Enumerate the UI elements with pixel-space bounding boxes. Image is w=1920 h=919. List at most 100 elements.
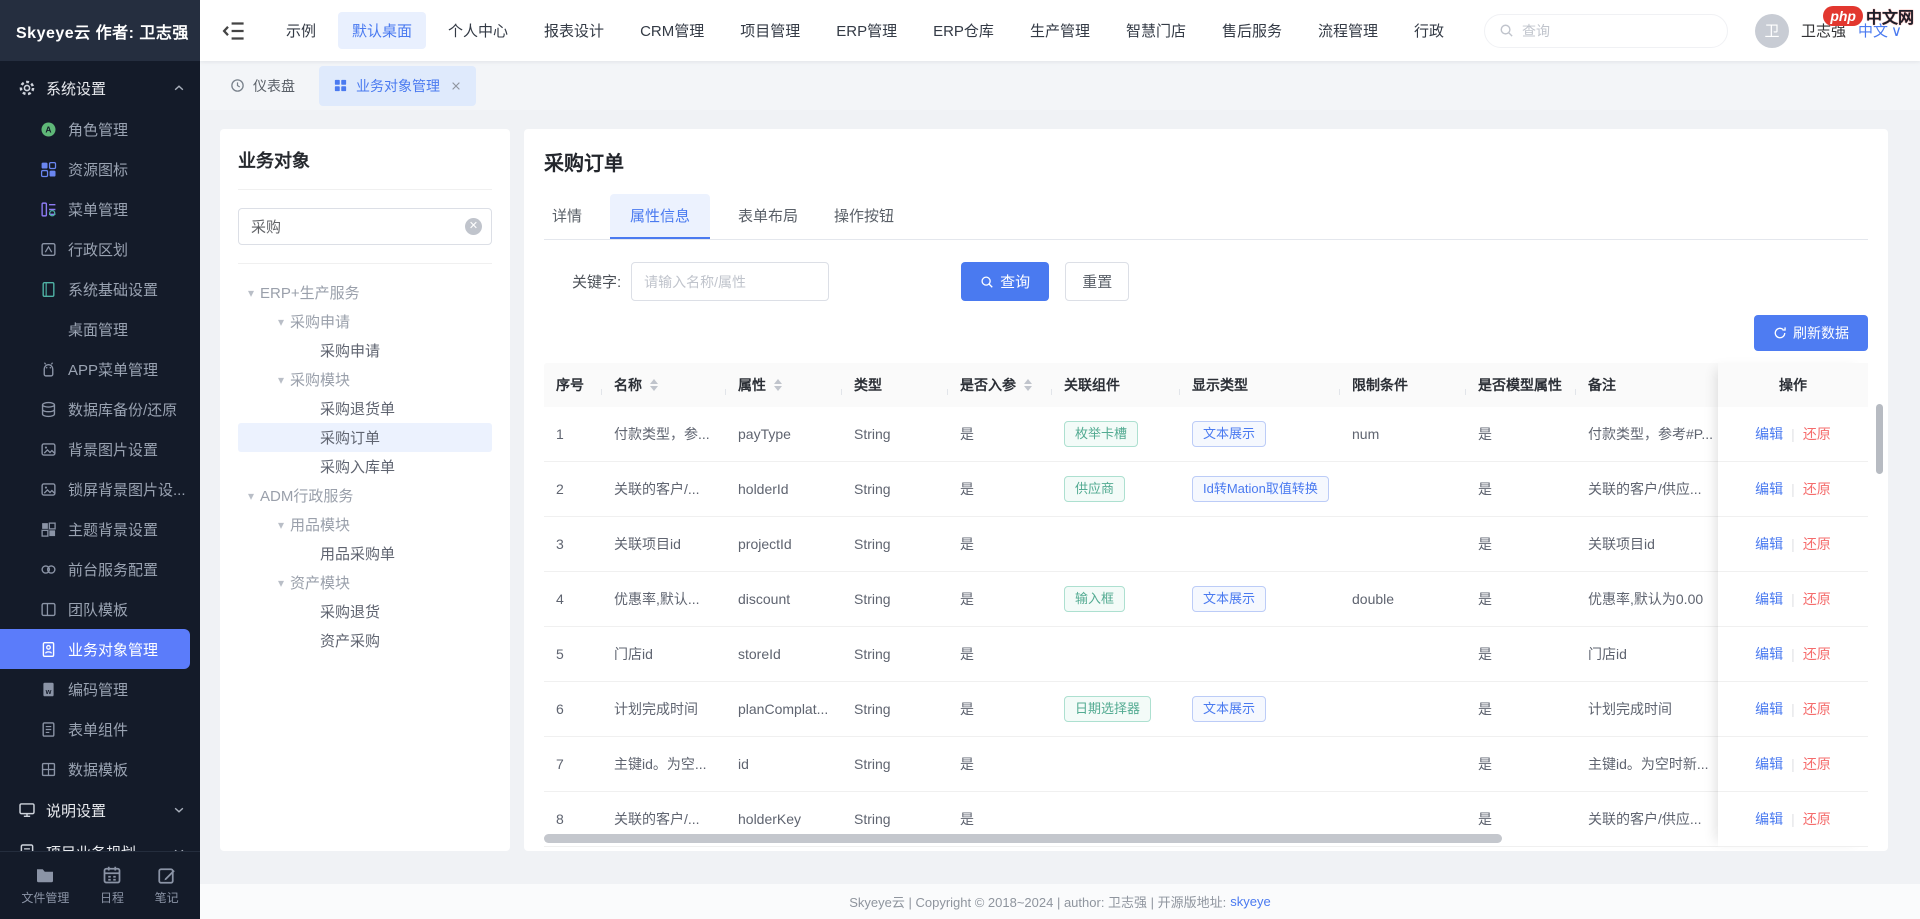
nav-item-crm[interactable]: CRM管理 (626, 12, 718, 49)
edit-link[interactable]: 编辑 (1755, 589, 1783, 609)
sidebar-item-code-manage[interactable]: 编码管理 (0, 669, 200, 709)
sidebar-item-data-template[interactable]: 数据模板 (0, 749, 200, 789)
restore-link[interactable]: 还原 (1803, 754, 1831, 774)
sidebar-item-biz-object-manage[interactable]: 业务对象管理 (0, 629, 190, 669)
nav-item-erp-warehouse[interactable]: ERP仓库 (919, 12, 1008, 49)
tree-node-supplies-purchase[interactable]: 用品采购单 (238, 539, 492, 568)
tree-node-purchase-return-order[interactable]: 采购退货单 (238, 394, 492, 423)
reset-button[interactable]: 重置 (1065, 262, 1129, 301)
sidebar-section-system-settings[interactable]: 系统设置 (0, 67, 200, 109)
restore-link[interactable]: 还原 (1803, 809, 1831, 829)
sidebar-item-label: 表单组件 (68, 719, 128, 740)
sidebar-item-desktop-manage[interactable]: 桌面管理 (0, 309, 200, 349)
sidebar-item-team-template[interactable]: 团队模板 (0, 589, 200, 629)
tab-attribute-info[interactable]: 属性信息 (610, 194, 710, 239)
sidebar-item-front-service[interactable]: 前台服务配置 (0, 549, 200, 589)
sidebar-item-theme-bg[interactable]: 主题背景设置 (0, 509, 200, 549)
tree-node-adm-service[interactable]: ▾ADM行政服务 (238, 481, 492, 510)
sidebar-footer-schedule[interactable]: 日程 (100, 865, 124, 906)
nav-item-production[interactable]: 生产管理 (1016, 12, 1104, 49)
nav-item-personal-center[interactable]: 个人中心 (434, 12, 522, 49)
refresh-data-button[interactable]: 刷新数据 (1754, 315, 1868, 351)
edit-link[interactable]: 编辑 (1755, 699, 1783, 719)
sidebar-item-form-component[interactable]: 表单组件 (0, 709, 200, 749)
sort-icons[interactable] (1024, 379, 1032, 391)
caret-down-icon[interactable]: ▾ (272, 576, 290, 590)
nav-item-project[interactable]: 项目管理 (726, 12, 814, 49)
sort-icons[interactable] (650, 379, 658, 391)
restore-link[interactable]: 还原 (1803, 534, 1831, 554)
tab-detail[interactable]: 详情 (544, 194, 590, 239)
sidebar-item-system-base[interactable]: 系统基础设置 (0, 269, 200, 309)
sidebar-collapse-icon[interactable] (222, 19, 246, 43)
tree-node-label: 采购模块 (290, 369, 350, 390)
tree-node-asset-module[interactable]: ▾资产模块 (238, 568, 492, 597)
sidebar-item-menu-manage[interactable]: 菜单管理 (0, 189, 200, 229)
caret-down-icon[interactable]: ▾ (242, 489, 260, 503)
sidebar-item-lock-bg-image[interactable]: 锁屏背景图片设... (0, 469, 200, 509)
copyright-text: Skyeye云 | Copyright © 2018~2024 | author… (849, 892, 1226, 911)
close-icon[interactable] (450, 80, 462, 92)
sidebar-section-note-settings[interactable]: 说明设置 (0, 789, 200, 831)
caret-down-icon[interactable]: ▾ (272, 518, 290, 532)
keyword-input[interactable] (631, 262, 829, 301)
tree-node-purchase-return[interactable]: 采购退货 (238, 597, 492, 626)
restore-link[interactable]: 还原 (1803, 699, 1831, 719)
global-search-input[interactable] (1522, 23, 1713, 39)
nav-item-workflow[interactable]: 流程管理 (1304, 12, 1392, 49)
form-icon (40, 721, 57, 738)
horizontal-scrollbar[interactable] (544, 834, 1502, 843)
nav-item-admin[interactable]: 行政 (1400, 12, 1458, 49)
nav-item-default-desktop[interactable]: 默认桌面 (338, 12, 426, 49)
caret-down-icon[interactable]: ▾ (242, 286, 260, 300)
caret-down-icon[interactable]: ▾ (272, 373, 290, 387)
edit-link[interactable]: 编辑 (1755, 479, 1783, 499)
tab-action-buttons[interactable]: 操作按钮 (826, 194, 902, 239)
sidebar-item-db-backup[interactable]: 数据库备份/还原 (0, 389, 200, 429)
tab-form-layout[interactable]: 表单布局 (730, 194, 806, 239)
edit-link[interactable]: 编辑 (1755, 424, 1783, 444)
nav-item-after-sales[interactable]: 售后服务 (1208, 12, 1296, 49)
sidebar-item-resource-icons[interactable]: 资源图标 (0, 149, 200, 189)
tree-node-purchase-apply[interactable]: 采购申请 (238, 336, 492, 365)
nav-item-smart-store[interactable]: 智慧门店 (1112, 12, 1200, 49)
sidebar-item-app-menu[interactable]: APP菜单管理 (0, 349, 200, 389)
restore-link[interactable]: 还原 (1803, 424, 1831, 444)
skyeye-link[interactable]: skyeye (1230, 894, 1270, 909)
sidebar-footer-notes[interactable]: 笔记 (155, 865, 179, 906)
tree-node-purchase-inbound[interactable]: 采购入库单 (238, 452, 492, 481)
nav-item-report-design[interactable]: 报表设计 (530, 12, 618, 49)
nav-item-example[interactable]: 示例 (272, 12, 330, 49)
tree-node-purchase-order[interactable]: 采购订单 (238, 423, 492, 452)
restore-link[interactable]: 还原 (1803, 589, 1831, 609)
edit-link[interactable]: 编辑 (1755, 644, 1783, 664)
caret-down-icon[interactable]: ▾ (272, 315, 290, 329)
tree-node-asset-purchase[interactable]: 资产采购 (238, 626, 492, 655)
tree-node-erp-service[interactable]: ▾ERP+生产服务 (238, 278, 492, 307)
sidebar-item-region[interactable]: 行政区划 (0, 229, 200, 269)
cell-no: 4 (544, 591, 602, 607)
tree-node-purchase-module[interactable]: ▾采购模块 (238, 365, 492, 394)
tab-biz-object-manage[interactable]: 业务对象管理 (319, 66, 476, 106)
restore-link[interactable]: 还原 (1803, 644, 1831, 664)
edit-link[interactable]: 编辑 (1755, 534, 1783, 554)
edit-link[interactable]: 编辑 (1755, 809, 1783, 829)
sidebar-footer-file-manage[interactable]: 文件管理 (21, 865, 69, 906)
sidebar-section-project-plan[interactable]: 项目业务规划 (0, 831, 200, 851)
vertical-scrollbar[interactable] (1876, 404, 1883, 474)
clear-icon[interactable]: ✕ (465, 218, 482, 235)
sidebar-item-bg-image[interactable]: 背景图片设置 (0, 429, 200, 469)
tab-dashboard[interactable]: 仪表盘 (216, 66, 309, 106)
nav-item-erp[interactable]: ERP管理 (822, 12, 911, 49)
restore-link[interactable]: 还原 (1803, 479, 1831, 499)
region-icon (40, 241, 57, 258)
user-avatar[interactable]: 卫 (1755, 14, 1789, 48)
tree-node-purchase-apply-group[interactable]: ▾采购申请 (238, 307, 492, 336)
tree-search-input[interactable] (238, 208, 492, 245)
biz-object-icon (40, 641, 57, 658)
tree-node-supplies-module[interactable]: ▾用品模块 (238, 510, 492, 539)
sort-icons[interactable] (774, 379, 782, 391)
query-button[interactable]: 查询 (961, 262, 1049, 301)
sidebar-item-role-manage[interactable]: 角色管理 (0, 109, 200, 149)
edit-link[interactable]: 编辑 (1755, 754, 1783, 774)
